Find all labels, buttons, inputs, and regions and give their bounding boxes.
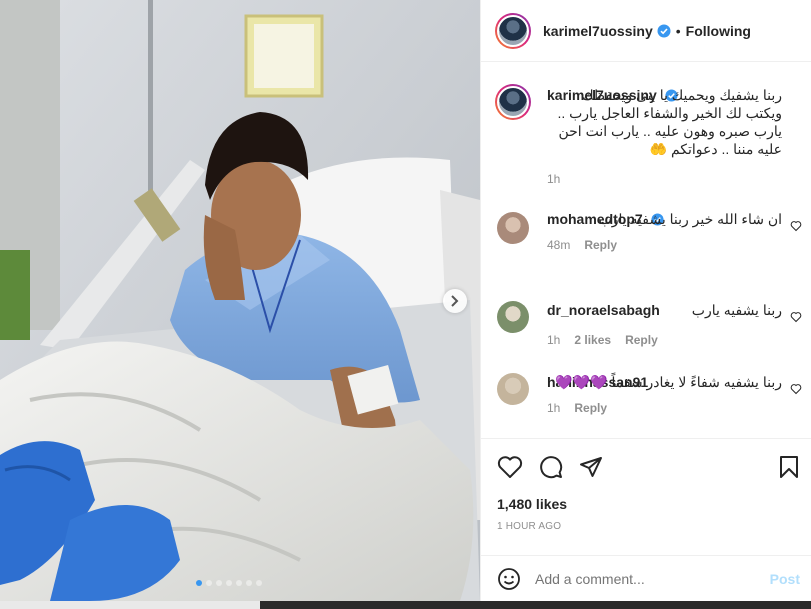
post-header: karimel7uossiny • Following (481, 0, 811, 62)
heart-icon[interactable] (790, 383, 802, 395)
carousel-dot (196, 580, 202, 586)
instagram-post-viewer: karimel7uossiny • Following karimel7uoss… (0, 0, 811, 609)
comment-text: ربنا يشفيه شفاءً لا يغادر سقماً 💜💜💜 (555, 374, 782, 390)
heart-icon[interactable] (497, 455, 523, 479)
page-bottom-strip (0, 601, 811, 609)
commenter-avatar[interactable] (497, 212, 529, 244)
comment-item: haninhassan91 ربنا يشفيه شفاءً لا يغادر … (497, 373, 802, 438)
reply-button[interactable]: Reply (625, 333, 658, 347)
comments-list[interactable]: karimel7uossiny ربنا يشفيك ويحميك يا بنى… (481, 62, 811, 438)
author-avatar[interactable] (495, 12, 531, 49)
following-button[interactable]: Following (686, 23, 751, 39)
chevron-right-icon (451, 295, 459, 307)
comment-composer: Post (481, 555, 811, 601)
post-comment-button[interactable]: Post (770, 571, 800, 587)
post-actions: 1,480 likes 1 HOUR AGO (481, 438, 811, 555)
caption-text: ربنا يشفيك ويحميك يا بنى ويحفظك ويكتب لك… (557, 87, 782, 157)
bookmark-icon[interactable] (778, 455, 800, 479)
carousel-dot (206, 580, 212, 586)
comment-item: dr_noraelsabagh ربنا يشفيه يارب 1h 2 lik… (497, 301, 802, 351)
post-timestamp[interactable]: 1 HOUR AGO (497, 521, 561, 532)
comment-time[interactable]: 1h (547, 333, 560, 347)
comment-time[interactable]: 1h (547, 401, 560, 415)
commenter-avatar[interactable] (497, 373, 529, 405)
comment-time[interactable]: 48m (547, 238, 570, 252)
carousel-dot (246, 580, 252, 586)
header-separator: • (675, 22, 681, 39)
comment-bubble-icon[interactable] (539, 455, 563, 479)
comment-item: mohamedtop7 ان شاء الله خير ربنا يشفيه ي… (497, 210, 802, 282)
comment-input[interactable] (535, 570, 770, 587)
carousel-dot (256, 580, 262, 586)
carousel-dot (226, 580, 232, 586)
heart-icon[interactable] (790, 220, 802, 232)
paper-plane-icon[interactable] (579, 455, 603, 479)
heart-icon[interactable] (790, 311, 802, 323)
smiley-icon[interactable] (497, 567, 521, 591)
caption-author-avatar[interactable] (495, 84, 531, 120)
likes-count[interactable]: 1,480 likes (497, 496, 567, 512)
author-username[interactable]: karimel7uossiny (543, 23, 653, 39)
caption: karimel7uossiny ربنا يشفيك ويحميك يا بنى… (495, 84, 797, 194)
post-photo[interactable] (0, 0, 480, 601)
hospital-bed-photo (0, 0, 480, 601)
reply-button[interactable]: Reply (584, 238, 617, 252)
verified-badge-icon (657, 24, 671, 37)
commenter-username[interactable]: dr_noraelsabagh (547, 302, 660, 318)
reply-button[interactable]: Reply (574, 401, 607, 415)
carousel-dot (236, 580, 242, 586)
post-sidebar: karimel7uossiny • Following karimel7uoss… (480, 0, 811, 601)
commenter-avatar[interactable] (497, 301, 529, 333)
comment-likes[interactable]: 2 likes (574, 333, 611, 347)
carousel-dot (216, 580, 222, 586)
carousel-indicator (196, 580, 262, 586)
caption-time[interactable]: 1h (547, 172, 560, 186)
page-bottom-strip-dark (260, 601, 811, 609)
next-slide-button[interactable] (443, 289, 467, 313)
